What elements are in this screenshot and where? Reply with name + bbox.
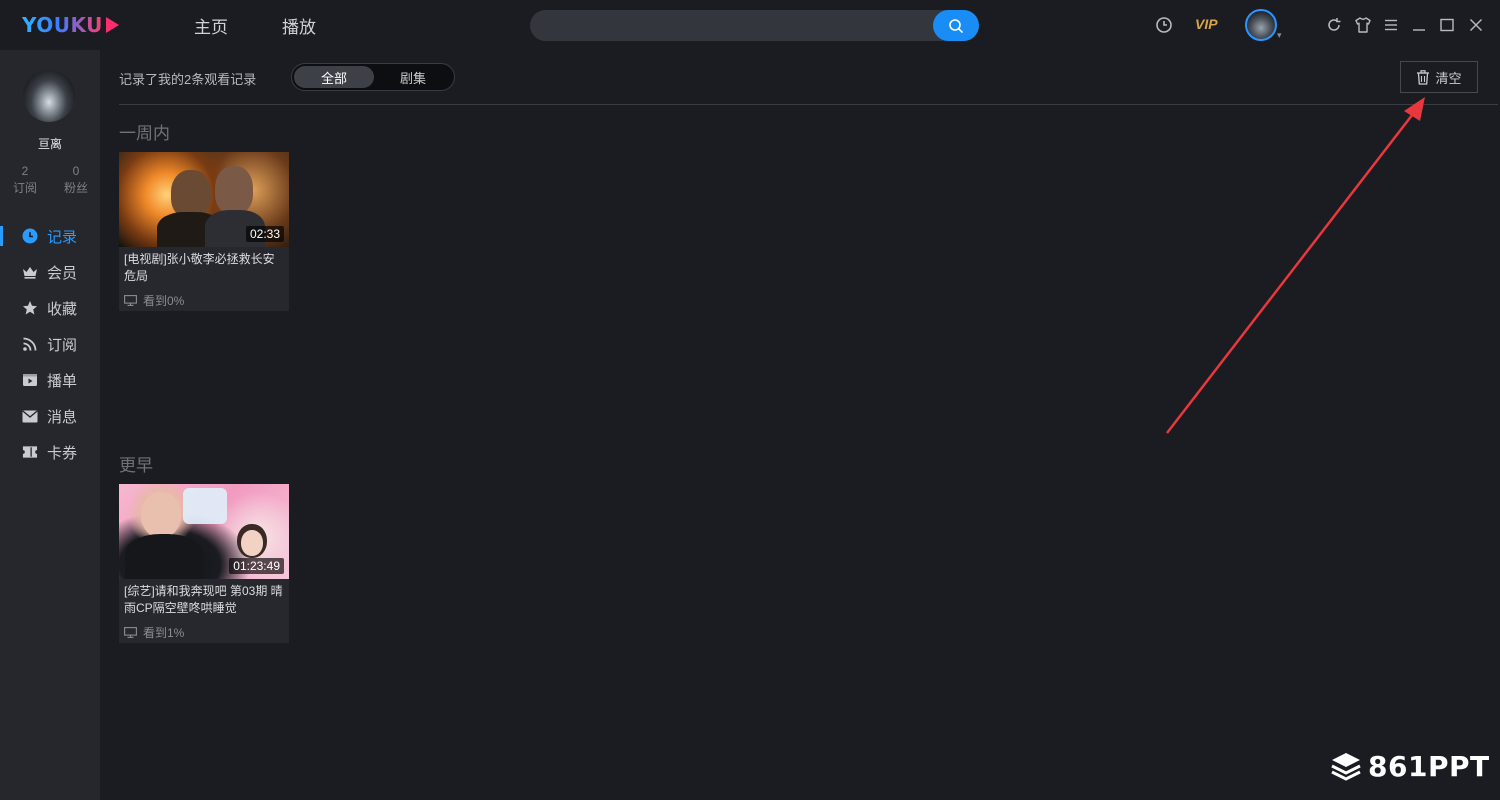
clock-icon xyxy=(1156,17,1172,33)
sidebar-item-label: 收藏 xyxy=(47,300,78,318)
rss-icon xyxy=(22,336,38,352)
thumbnail-figure xyxy=(183,488,227,524)
crown-icon xyxy=(22,264,38,280)
filter-toggle: 全部 剧集 xyxy=(291,63,455,91)
watch-progress-text: 看到1% xyxy=(143,626,185,640)
thumbnail-figure xyxy=(241,530,263,556)
close-button[interactable] xyxy=(1465,14,1487,36)
video-thumbnail[interactable]: 01:23:49 xyxy=(119,484,289,579)
youku-logo[interactable]: YOUKU xyxy=(22,12,119,38)
subscriptions-label: 订阅 xyxy=(12,181,37,195)
maximize-button[interactable] xyxy=(1436,14,1458,36)
sidebar-item-label: 记录 xyxy=(47,228,78,246)
sidebar-item-label: 播单 xyxy=(47,372,78,390)
hamburger-icon xyxy=(1385,19,1397,31)
sidebar-item-coupons[interactable]: 卡券 xyxy=(0,434,100,470)
thumbnail-figure xyxy=(171,170,211,218)
profile-avatar[interactable] xyxy=(23,70,75,122)
clear-label: 清空 xyxy=(1435,70,1462,86)
sidebar-item-subscriptions[interactable]: 订阅 xyxy=(0,326,100,362)
header-divider xyxy=(119,104,1498,105)
video-thumbnail[interactable]: 02:33 xyxy=(119,152,289,247)
ticket-icon xyxy=(22,444,38,460)
history-card[interactable]: 02:33 [电视剧]张小敬李必拯救长安危局 看到0% xyxy=(119,152,289,311)
chevron-down-icon[interactable]: ▾ xyxy=(1277,30,1282,41)
monitor-icon xyxy=(124,627,137,638)
subscriptions-count: 2 xyxy=(21,164,29,178)
annotation-arrow xyxy=(1166,97,1425,434)
filter-episodes-button[interactable]: 剧集 xyxy=(374,66,452,88)
watch-progress: 看到0% xyxy=(124,292,184,309)
playlist-icon xyxy=(22,372,38,388)
video-title[interactable]: [电视剧]张小敬李必拯救长安危局 xyxy=(124,251,284,285)
nav-home[interactable]: 主页 xyxy=(194,13,228,38)
search-bar[interactable] xyxy=(530,10,979,41)
history-card[interactable]: 01:23:49 [综艺]请和我奔现吧 第03期 晴雨CP隔空壁咚哄睡觉 看到1… xyxy=(119,484,289,643)
vip-button[interactable]: VIP xyxy=(1195,16,1218,32)
watermark-text: 861PPT xyxy=(1368,749,1490,783)
username[interactable]: 亘离 xyxy=(0,135,100,152)
star-icon xyxy=(22,300,38,316)
minimize-button[interactable] xyxy=(1408,14,1430,36)
app-window: YOUKU 主页 播放 VIP ▾ 亘离 2 订阅 0 粉丝 记录 会员 收藏 … xyxy=(0,0,1500,800)
history-button[interactable] xyxy=(1153,14,1175,36)
clock-icon xyxy=(22,228,38,244)
close-icon xyxy=(1470,19,1482,31)
nav-play[interactable]: 播放 xyxy=(282,13,316,38)
fans-label: 粉丝 xyxy=(63,181,88,195)
sidebar: 亘离 2 订阅 0 粉丝 记录 会员 收藏 订阅 播单 消息 卡券 xyxy=(0,50,100,800)
mail-icon xyxy=(22,408,38,424)
minimize-icon xyxy=(1413,29,1425,31)
user-avatar[interactable] xyxy=(1245,9,1277,41)
maximize-icon xyxy=(1440,18,1454,32)
sidebar-item-history[interactable]: 记录 xyxy=(0,218,100,254)
fans-count: 0 xyxy=(72,164,80,178)
history-summary: 记录了我的2条观看记录 xyxy=(119,72,257,87)
section-title-week: 一周内 xyxy=(119,124,170,143)
search-icon xyxy=(949,18,963,33)
search-button[interactable] xyxy=(933,10,979,41)
monitor-icon xyxy=(124,295,137,306)
logo-play-icon xyxy=(105,17,119,33)
trash-icon xyxy=(1416,69,1430,85)
sidebar-item-playlist[interactable]: 播单 xyxy=(0,362,100,398)
subscriptions-stat[interactable]: 2 订阅 xyxy=(5,163,45,197)
watch-progress: 看到1% xyxy=(124,624,184,641)
video-duration: 02:33 xyxy=(245,226,284,242)
shirt-icon xyxy=(1355,17,1371,33)
thumbnail-figure xyxy=(125,534,203,579)
layers-icon xyxy=(1331,753,1361,781)
thumbnail-figure xyxy=(141,492,181,538)
sidebar-item-label: 消息 xyxy=(47,408,78,426)
video-title[interactable]: [综艺]请和我奔现吧 第03期 晴雨CP隔空壁咚哄睡觉 xyxy=(124,583,284,617)
section-title-earlier: 更早 xyxy=(119,456,153,475)
refresh-icon xyxy=(1328,18,1341,31)
sidebar-item-label: 订阅 xyxy=(47,336,78,354)
logo-text: YOUKU xyxy=(22,13,103,37)
video-duration: 01:23:49 xyxy=(229,558,284,574)
sidebar-item-vip[interactable]: 会员 xyxy=(0,254,100,290)
top-bar: YOUKU 主页 播放 VIP ▾ xyxy=(0,0,1500,50)
fans-stat[interactable]: 0 粉丝 xyxy=(56,163,96,197)
watch-progress-text: 看到0% xyxy=(143,294,185,308)
sidebar-item-label: 会员 xyxy=(47,264,78,282)
menu-button[interactable] xyxy=(1380,14,1402,36)
skin-button[interactable] xyxy=(1352,14,1374,36)
refresh-button[interactable] xyxy=(1323,14,1345,36)
clear-history-button[interactable]: 清空 xyxy=(1400,61,1478,93)
sidebar-item-favorites[interactable]: 收藏 xyxy=(0,290,100,326)
sidebar-item-messages[interactable]: 消息 xyxy=(0,398,100,434)
thumbnail-figure xyxy=(215,166,253,214)
watermark: 861PPT xyxy=(1330,749,1490,783)
filter-all-button[interactable]: 全部 xyxy=(294,66,374,88)
sidebar-item-label: 卡券 xyxy=(47,444,78,462)
